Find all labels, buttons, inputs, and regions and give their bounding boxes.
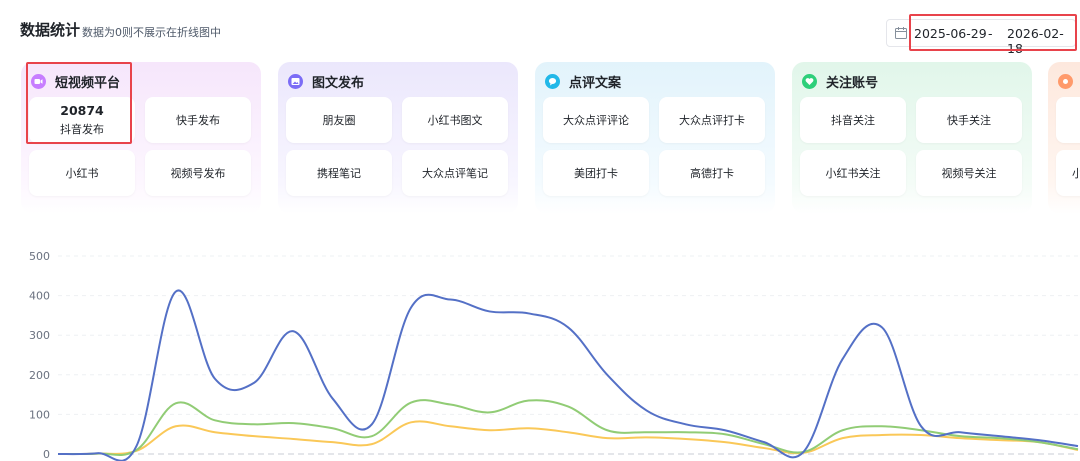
- tile-label: 大众点评打卡: [679, 114, 745, 127]
- tile-label: 美团打卡: [574, 167, 618, 180]
- tile-label: 小红书关注: [825, 167, 881, 180]
- tile-label: 携程笔记: [317, 167, 361, 180]
- tile-dianping-note[interactable]: 大众点评笔记: [402, 150, 508, 196]
- tile-dianping-review[interactable]: 大众点评评论: [543, 97, 649, 143]
- tile-label: 大众点评评论: [563, 114, 629, 127]
- series-line-1: [57, 399, 1079, 456]
- tile-ctrip-note[interactable]: 携程笔记: [286, 150, 392, 196]
- tile-label: 高德打卡: [690, 167, 734, 180]
- y-tick-label: 100: [29, 408, 50, 421]
- card-highlight-box: [26, 62, 132, 144]
- tile-label: 小: [1072, 167, 1080, 180]
- y-tick-label: 400: [29, 290, 50, 303]
- tile-label: 视频号发布: [170, 167, 226, 180]
- card-image-text: 图文发布 朋友圈 小红书图文 携程笔记 大众点评笔记: [278, 62, 518, 214]
- y-tick-label: 200: [29, 369, 50, 382]
- line-chart: 0 100 200 300 400 500: [29, 250, 1079, 461]
- date-highlight-box: [909, 14, 1077, 51]
- tile-partial-1[interactable]: [1056, 97, 1080, 143]
- image-icon: [288, 73, 303, 89]
- tile-xiaohongshu[interactable]: 小红书: [29, 150, 135, 196]
- card-partial: 小: [1048, 62, 1080, 214]
- tile-meituan-checkin[interactable]: 美团打卡: [543, 150, 649, 196]
- tile-label: 小红书图文: [427, 114, 483, 127]
- y-tick-label: 500: [29, 250, 50, 263]
- tile-kuaishou-publish[interactable]: 快手发布: [145, 97, 251, 143]
- card-title: 图文发布: [312, 75, 365, 91]
- tile-douyin-follow[interactable]: 抖音关注: [800, 97, 906, 143]
- tile-moments[interactable]: 朋友圈: [286, 97, 392, 143]
- tile-label: 朋友圈: [322, 114, 356, 127]
- card-title-row: 图文发布: [288, 72, 365, 91]
- tile-label: 抖音关注: [831, 114, 875, 127]
- series-line-2: [57, 420, 1079, 455]
- tile-xhs-follow[interactable]: 小红书关注: [800, 150, 906, 196]
- card-title-row: 点评文案: [545, 72, 622, 91]
- card-title-row: 关注账号: [802, 72, 879, 91]
- card-title: 点评文案: [569, 75, 622, 91]
- tile-partial-2[interactable]: 小: [1056, 150, 1080, 196]
- card-review-copy: 点评文案 大众点评评论 大众点评打卡 美团打卡 高德打卡: [535, 62, 775, 214]
- tile-label: 视频号关注: [941, 167, 997, 180]
- tile-label: 快手发布: [176, 114, 220, 127]
- card-follow-accounts: 关注账号 抖音关注 快手关注 小红书关注 视频号关注: [792, 62, 1032, 214]
- circle-icon: [1058, 73, 1073, 89]
- tile-kuaishou-follow[interactable]: 快手关注: [916, 97, 1022, 143]
- card-title-row: [1058, 72, 1080, 90]
- tile-shipinhao-follow[interactable]: 视频号关注: [916, 150, 1022, 196]
- y-tick-label: 0: [43, 448, 50, 461]
- tile-xhs-image[interactable]: 小红书图文: [402, 97, 508, 143]
- tile-shipinhao-publish[interactable]: 视频号发布: [145, 150, 251, 196]
- page-subtitle: 数据为0则不展示在折线图中: [82, 26, 221, 39]
- tile-label: 小红书: [65, 167, 99, 180]
- tile-amap-checkin[interactable]: 高德打卡: [659, 150, 765, 196]
- calendar-icon: [895, 27, 907, 39]
- tile-label: 大众点评笔记: [422, 167, 488, 180]
- page-title: 数据统计: [20, 21, 81, 39]
- tile-dianping-checkin[interactable]: 大众点评打卡: [659, 97, 765, 143]
- y-tick-label: 300: [29, 329, 50, 342]
- card-title: 关注账号: [826, 75, 879, 91]
- dashboard: 数据统计 数据为0则不展示在折线图中 2025-06-29 - 2026-02-…: [0, 0, 1080, 461]
- heart-icon: [802, 73, 817, 89]
- comment-icon: [545, 73, 560, 89]
- tile-label: 快手关注: [947, 114, 991, 127]
